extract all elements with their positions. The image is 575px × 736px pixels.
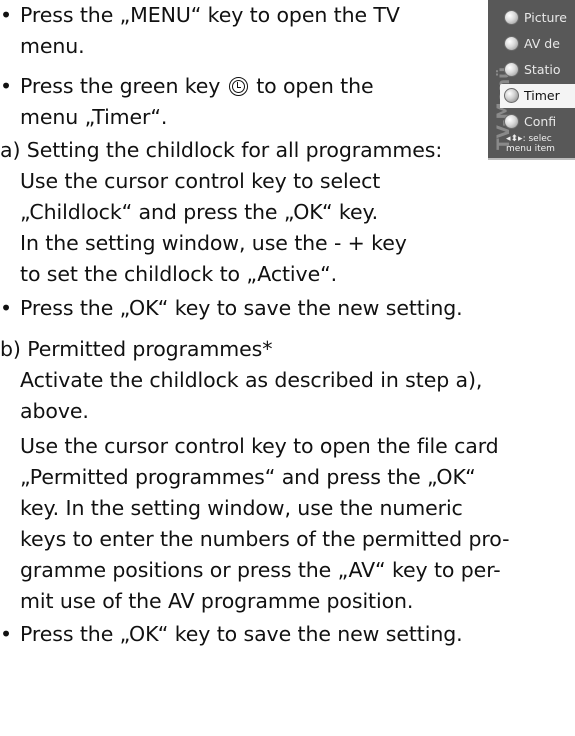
radio-icon <box>504 36 519 51</box>
menu-item-label: Confi <box>524 114 557 129</box>
radio-icon <box>504 114 519 129</box>
menu-item-stations[interactable]: Statio <box>500 58 575 82</box>
section-b-text: keys to enter the numbers of the permitt… <box>20 527 510 551</box>
section-b-text: „Permitted programmes“ and press the „OK… <box>20 465 476 489</box>
menu-hint-line: ◂⬍▸: selec <box>506 134 552 144</box>
section-b-heading: b) Permitted programmes* <box>0 337 273 361</box>
bullet: • <box>0 296 12 320</box>
section-a-heading: a) Setting the childlock for all program… <box>0 138 443 162</box>
manual-page: • Press the „MENU“ key to open the TV me… <box>0 0 575 736</box>
menu-item-config[interactable]: Confi <box>500 110 575 134</box>
radio-icon <box>504 62 519 77</box>
section-b-text: gramme positions or press the „AV“ key t… <box>20 558 501 582</box>
menu-hint-line: menu item <box>506 144 555 154</box>
step-text: to open the <box>256 74 374 98</box>
step-text: Press the „MENU“ key to open the TV <box>20 3 400 27</box>
clock-icon <box>228 77 248 96</box>
menu-hint: ◂⬍▸: selec menu item <box>506 134 555 154</box>
menu-item-label: Statio <box>524 62 561 77</box>
section-b-text: mit use of the AV programme position. <box>20 589 414 613</box>
section-b-text: key. In the setting window, use the nume… <box>20 496 463 520</box>
section-a-text: „Childlock“ and press the „OK“ key. <box>20 200 379 224</box>
menu-item-label: AV de <box>524 36 560 51</box>
menu-item-label: Timer <box>524 88 560 103</box>
step-text-cont: menu „Timer“. <box>20 105 168 129</box>
menu-item-label: Picture <box>524 10 567 25</box>
bullet: • <box>0 3 12 27</box>
section-b-text: above. <box>20 399 89 423</box>
step-text-cont: menu. <box>20 34 85 58</box>
radio-icon <box>504 88 519 103</box>
section-b-text: Activate the childlock as described in s… <box>20 368 483 392</box>
step-text: Press the „OK“ key to save the new setti… <box>20 296 463 320</box>
bullet: • <box>0 74 12 98</box>
step-text: Press the „OK“ key to save the new setti… <box>20 622 463 646</box>
section-a-text: Use the cursor control key to select <box>20 169 381 193</box>
menu-item-timer[interactable]: Timer <box>500 84 575 108</box>
tv-menu-panel: TV-Menü Picture AV de Statio Timer Confi… <box>488 0 575 160</box>
bullet: • <box>0 622 12 646</box>
radio-icon <box>504 10 519 25</box>
section-a-text: to set the childlock to „Active“. <box>20 262 338 286</box>
section-a-text: In the setting window, use the - + key <box>20 231 407 255</box>
menu-item-av[interactable]: AV de <box>500 32 575 56</box>
menu-item-picture[interactable]: Picture <box>500 6 575 30</box>
section-b-text: Use the cursor control key to open the f… <box>20 434 499 458</box>
step-text: Press the green key <box>20 74 221 98</box>
